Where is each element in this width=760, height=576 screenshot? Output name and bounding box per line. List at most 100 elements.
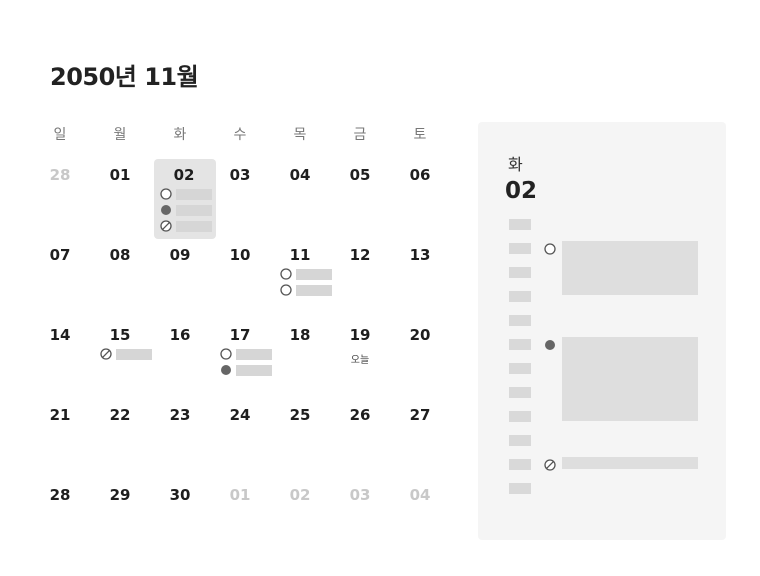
weekday-label: 일 — [53, 127, 67, 143]
day-cell[interactable]: 27 — [390, 396, 450, 476]
day-number: 20 — [409, 326, 431, 344]
day-cell[interactable]: 08 — [90, 236, 150, 316]
day-cell[interactable]: 26 — [330, 396, 390, 476]
empty-circle-icon — [280, 268, 292, 280]
hour-label-placeholder — [509, 243, 531, 254]
weekday-label: 토 — [413, 127, 427, 143]
day-cell[interactable]: 15 — [90, 316, 152, 396]
empty-circle-icon — [280, 284, 292, 296]
day-number: 17 — [229, 326, 251, 344]
day-number: 03 — [229, 166, 251, 184]
day-cell[interactable]: 04 — [270, 156, 330, 236]
day-cell[interactable]: 04 — [390, 476, 450, 556]
day-cell[interactable]: 23 — [150, 396, 210, 476]
hour-label-placeholder — [509, 435, 531, 446]
day-number: 06 — [409, 166, 431, 184]
day-cell[interactable]: 14 — [30, 316, 90, 396]
day-cell[interactable]: 18 — [270, 316, 330, 396]
day-cell[interactable]: 28 — [30, 156, 90, 236]
hour-label-placeholder — [509, 411, 531, 422]
day-cell[interactable]: 30 — [150, 476, 210, 556]
hour-label-placeholder — [509, 291, 531, 302]
day-number: 30 — [169, 486, 191, 504]
timeline-event-block[interactable] — [562, 337, 698, 421]
day-cell[interactable]: 13 — [390, 236, 450, 316]
day-cell[interactable]: 16 — [150, 316, 210, 396]
day-number: 28 — [49, 166, 71, 184]
hour-label-placeholder — [509, 315, 531, 326]
hour-label-placeholder — [509, 363, 531, 374]
day-number: 09 — [169, 246, 191, 264]
day-number: 26 — [349, 406, 371, 424]
hour-label-placeholder — [509, 483, 531, 494]
day-cell[interactable]: 19 오늘 — [330, 316, 390, 396]
event-title-placeholder — [296, 285, 332, 296]
day-cell[interactable]: 05 — [330, 156, 390, 236]
hour-label-placeholder — [509, 459, 531, 470]
cancelled-icon — [100, 348, 112, 360]
day-cell[interactable]: 12 — [330, 236, 390, 316]
empty-circle-icon — [544, 243, 556, 255]
day-cell[interactable]: 11 — [270, 236, 332, 316]
weekday-label: 월 — [113, 127, 127, 143]
cancelled-icon — [544, 459, 556, 471]
page-title: 2050년 11월 — [50, 63, 199, 91]
day-cell[interactable]: 29 — [90, 476, 150, 556]
day-number: 03 — [349, 486, 371, 504]
day-number: 14 — [49, 326, 71, 344]
day-cell[interactable]: 17 — [210, 316, 272, 396]
day-number: 28 — [49, 486, 71, 504]
event-title-placeholder — [116, 349, 152, 360]
day-number: 29 — [109, 486, 131, 504]
day-cell[interactable]: 20 — [390, 316, 450, 396]
event-title-placeholder — [296, 269, 332, 280]
filled-circle-icon — [161, 205, 171, 215]
day-cell[interactable]: 24 — [210, 396, 270, 476]
day-cell[interactable]: 25 — [270, 396, 330, 476]
timeline-event-block[interactable] — [562, 241, 698, 295]
event-title-placeholder — [176, 205, 212, 216]
day-cell[interactable]: 02 — [270, 476, 330, 556]
day-detail-panel: 화 02 — [478, 122, 726, 540]
day-number: 12 — [349, 246, 371, 264]
day-number: 27 — [409, 406, 431, 424]
day-cell[interactable]: 01 — [210, 476, 270, 556]
event-title-placeholder — [236, 349, 272, 360]
weekday-label: 금 — [353, 127, 367, 143]
event-title-placeholder — [176, 221, 212, 232]
weekday-label: 화 — [173, 127, 187, 143]
day-cell[interactable]: 01 — [90, 156, 150, 236]
day-number: 25 — [289, 406, 311, 424]
day-cell[interactable]: 03 — [210, 156, 270, 236]
day-number: 13 — [409, 246, 431, 264]
day-cell[interactable]: 21 — [30, 396, 90, 476]
cancelled-icon — [160, 220, 172, 232]
day-number: 15 — [109, 326, 131, 344]
day-number: 24 — [229, 406, 251, 424]
day-cell[interactable]: 06 — [390, 156, 450, 236]
day-cell[interactable]: 07 — [30, 236, 90, 316]
day-number: 05 — [349, 166, 371, 184]
day-number: 23 — [169, 406, 191, 424]
day-number: 08 — [109, 246, 131, 264]
day-cell[interactable]: 10 — [210, 236, 270, 316]
day-cell[interactable]: 28 — [30, 476, 90, 556]
weekday-label: 목 — [293, 127, 307, 143]
day-cell[interactable]: 09 — [150, 236, 210, 316]
month-grid: 28 01 02 03 04 05 06 07 08 09 10 11 12 13 14 15 16 17 18 19… — [30, 156, 450, 556]
day-cell[interactable]: 22 — [90, 396, 150, 476]
today-label: 오늘 — [350, 355, 370, 366]
day-number: 07 — [49, 246, 71, 264]
weekday-label: 수 — [233, 127, 247, 143]
detail-day: 02 — [505, 178, 538, 204]
day-number: 04 — [409, 486, 431, 504]
filled-circle-icon — [221, 365, 231, 375]
day-number: 02 — [289, 486, 311, 504]
day-number: 01 — [229, 486, 251, 504]
timeline-event-block[interactable] — [562, 457, 698, 469]
day-cell[interactable]: 03 — [330, 476, 390, 556]
weekday-header: 일월화수목금토 — [30, 124, 450, 144]
day-cell[interactable]: 02 — [150, 156, 216, 239]
day-number: 02 — [173, 166, 195, 184]
hour-label-placeholder — [509, 267, 531, 278]
